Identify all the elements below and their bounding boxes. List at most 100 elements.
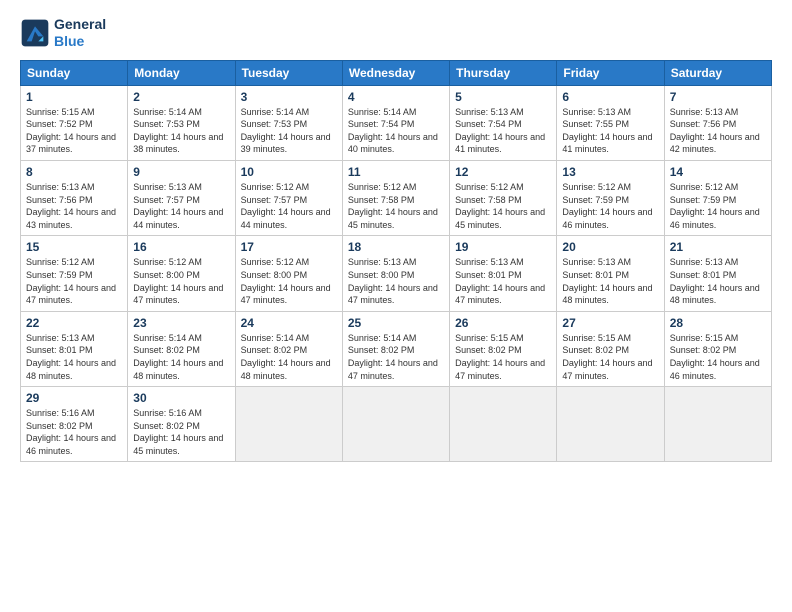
- day-number: 16: [133, 240, 229, 254]
- day-info: Sunrise: 5:12 AMSunset: 7:59 PMDaylight:…: [562, 181, 658, 231]
- calendar-cell: 26 Sunrise: 5:15 AMSunset: 8:02 PMDayligh…: [450, 311, 557, 386]
- calendar-cell: 6 Sunrise: 5:13 AMSunset: 7:55 PMDaylight…: [557, 85, 664, 160]
- day-number: 21: [670, 240, 766, 254]
- calendar-header-friday: Friday: [557, 60, 664, 85]
- day-info: Sunrise: 5:15 AMSunset: 7:52 PMDaylight:…: [26, 106, 122, 156]
- day-info: Sunrise: 5:13 AMSunset: 7:54 PMDaylight:…: [455, 106, 551, 156]
- calendar-cell: 29Sunrise: 5:16 AMSunset: 8:02 PMDayligh…: [21, 387, 128, 462]
- calendar-cell: 24 Sunrise: 5:14 AMSunset: 8:02 PMDayligh…: [235, 311, 342, 386]
- day-number: 28: [670, 316, 766, 330]
- day-number: 6: [562, 90, 658, 104]
- day-info: Sunrise: 5:15 AMSunset: 8:02 PMDaylight:…: [455, 332, 551, 382]
- calendar-cell: [557, 387, 664, 462]
- calendar-cell: [450, 387, 557, 462]
- day-info: Sunrise: 5:12 AMSunset: 7:57 PMDaylight:…: [241, 181, 337, 231]
- day-info: Sunrise: 5:13 AMSunset: 8:01 PMDaylight:…: [562, 256, 658, 306]
- calendar-cell: 16 Sunrise: 5:12 AMSunset: 8:00 PMDayligh…: [128, 236, 235, 311]
- day-info: Sunrise: 5:13 AMSunset: 8:01 PMDaylight:…: [670, 256, 766, 306]
- day-number: 1: [26, 90, 122, 104]
- day-info: Sunrise: 5:12 AMSunset: 7:58 PMDaylight:…: [455, 181, 551, 231]
- day-number: 18: [348, 240, 444, 254]
- day-info: Sunrise: 5:14 AMSunset: 8:02 PMDaylight:…: [241, 332, 337, 382]
- day-number: 23: [133, 316, 229, 330]
- day-number: 24: [241, 316, 337, 330]
- day-number: 26: [455, 316, 551, 330]
- calendar-cell: 23 Sunrise: 5:14 AMSunset: 8:02 PMDayligh…: [128, 311, 235, 386]
- day-info: Sunrise: 5:12 AMSunset: 8:00 PMDaylight:…: [241, 256, 337, 306]
- calendar-cell: [664, 387, 771, 462]
- calendar-header-monday: Monday: [128, 60, 235, 85]
- calendar-cell: 13 Sunrise: 5:12 AMSunset: 7:59 PMDayligh…: [557, 160, 664, 235]
- day-number: 15: [26, 240, 122, 254]
- day-info: Sunrise: 5:12 AMSunset: 7:59 PMDaylight:…: [26, 256, 122, 306]
- day-info: Sunrise: 5:12 AMSunset: 7:58 PMDaylight:…: [348, 181, 444, 231]
- day-number: 14: [670, 165, 766, 179]
- calendar-cell: 15 Sunrise: 5:12 AMSunset: 7:59 PMDayligh…: [21, 236, 128, 311]
- calendar-cell: 4Sunrise: 5:14 AMSunset: 7:54 PMDaylight…: [342, 85, 449, 160]
- day-info: Sunrise: 5:15 AMSunset: 8:02 PMDaylight:…: [670, 332, 766, 382]
- day-info: Sunrise: 5:13 AMSunset: 7:56 PMDaylight:…: [670, 106, 766, 156]
- calendar-header-row: SundayMondayTuesdayWednesdayThursdayFrid…: [21, 60, 772, 85]
- calendar-cell: 2 Sunrise: 5:14 AMSunset: 7:53 PMDaylight…: [128, 85, 235, 160]
- day-info: Sunrise: 5:13 AMSunset: 7:56 PMDaylight:…: [26, 181, 122, 231]
- day-number: 4: [348, 90, 444, 104]
- day-info: Sunrise: 5:13 AMSunset: 7:57 PMDaylight:…: [133, 181, 229, 231]
- calendar-cell: [235, 387, 342, 462]
- day-number: 19: [455, 240, 551, 254]
- day-info: Sunrise: 5:12 AMSunset: 7:59 PMDaylight:…: [670, 181, 766, 231]
- day-number: 22: [26, 316, 122, 330]
- day-number: 9: [133, 165, 229, 179]
- calendar-cell: 12 Sunrise: 5:12 AMSunset: 7:58 PMDayligh…: [450, 160, 557, 235]
- day-number: 13: [562, 165, 658, 179]
- calendar-cell: 18 Sunrise: 5:13 AMSunset: 8:00 PMDayligh…: [342, 236, 449, 311]
- calendar-week-5: 29Sunrise: 5:16 AMSunset: 8:02 PMDayligh…: [21, 387, 772, 462]
- calendar-week-1: 1 Sunrise: 5:15 AMSunset: 7:52 PMDaylight…: [21, 85, 772, 160]
- calendar-cell: 21 Sunrise: 5:13 AMSunset: 8:01 PMDayligh…: [664, 236, 771, 311]
- header: General Blue: [20, 16, 772, 50]
- logo: General Blue: [20, 16, 106, 50]
- day-number: 27: [562, 316, 658, 330]
- calendar-header-thursday: Thursday: [450, 60, 557, 85]
- day-number: 2: [133, 90, 229, 104]
- day-info: Sunrise: 5:13 AMSunset: 8:01 PMDaylight:…: [26, 332, 122, 382]
- day-number: 30: [133, 391, 229, 405]
- calendar-cell: 1 Sunrise: 5:15 AMSunset: 7:52 PMDaylight…: [21, 85, 128, 160]
- day-number: 20: [562, 240, 658, 254]
- day-number: 12: [455, 165, 551, 179]
- calendar-header-sunday: Sunday: [21, 60, 128, 85]
- day-number: 25: [348, 316, 444, 330]
- logo-text: General Blue: [54, 16, 106, 50]
- calendar-header-tuesday: Tuesday: [235, 60, 342, 85]
- day-info: Sunrise: 5:13 AMSunset: 8:00 PMDaylight:…: [348, 256, 444, 306]
- calendar-cell: [342, 387, 449, 462]
- calendar-cell: 27 Sunrise: 5:15 AMSunset: 8:02 PMDayligh…: [557, 311, 664, 386]
- calendar-cell: 28 Sunrise: 5:15 AMSunset: 8:02 PMDayligh…: [664, 311, 771, 386]
- day-number: 17: [241, 240, 337, 254]
- day-number: 5: [455, 90, 551, 104]
- calendar-cell: 20 Sunrise: 5:13 AMSunset: 8:01 PMDayligh…: [557, 236, 664, 311]
- calendar-header-saturday: Saturday: [664, 60, 771, 85]
- calendar-cell: 9 Sunrise: 5:13 AMSunset: 7:57 PMDaylight…: [128, 160, 235, 235]
- day-info: Sunrise: 5:16 AMSunset: 8:02 PMDaylight:…: [133, 407, 229, 457]
- page: General Blue SundayMondayTuesdayWednesda…: [0, 0, 792, 612]
- day-number: 10: [241, 165, 337, 179]
- day-number: 11: [348, 165, 444, 179]
- calendar-cell: 22 Sunrise: 5:13 AMSunset: 8:01 PMDayligh…: [21, 311, 128, 386]
- day-info: Sunrise: 5:14 AMSunset: 8:02 PMDaylight:…: [133, 332, 229, 382]
- calendar-cell: 5 Sunrise: 5:13 AMSunset: 7:54 PMDaylight…: [450, 85, 557, 160]
- calendar-week-4: 22 Sunrise: 5:13 AMSunset: 8:01 PMDayligh…: [21, 311, 772, 386]
- calendar-cell: 11 Sunrise: 5:12 AMSunset: 7:58 PMDayligh…: [342, 160, 449, 235]
- calendar-week-2: 8 Sunrise: 5:13 AMSunset: 7:56 PMDaylight…: [21, 160, 772, 235]
- calendar-week-3: 15 Sunrise: 5:12 AMSunset: 7:59 PMDayligh…: [21, 236, 772, 311]
- day-info: Sunrise: 5:14 AMSunset: 7:53 PMDaylight:…: [241, 106, 337, 156]
- calendar-cell: 3Sunrise: 5:14 AMSunset: 7:53 PMDaylight…: [235, 85, 342, 160]
- day-number: 8: [26, 165, 122, 179]
- calendar-cell: 8 Sunrise: 5:13 AMSunset: 7:56 PMDaylight…: [21, 160, 128, 235]
- day-number: 7: [670, 90, 766, 104]
- day-info: Sunrise: 5:15 AMSunset: 8:02 PMDaylight:…: [562, 332, 658, 382]
- calendar-cell: 30 Sunrise: 5:16 AMSunset: 8:02 PMDayligh…: [128, 387, 235, 462]
- day-info: Sunrise: 5:13 AMSunset: 7:55 PMDaylight:…: [562, 106, 658, 156]
- logo-icon: [20, 18, 50, 48]
- day-info: Sunrise: 5:14 AMSunset: 7:53 PMDaylight:…: [133, 106, 229, 156]
- day-info: Sunrise: 5:12 AMSunset: 8:00 PMDaylight:…: [133, 256, 229, 306]
